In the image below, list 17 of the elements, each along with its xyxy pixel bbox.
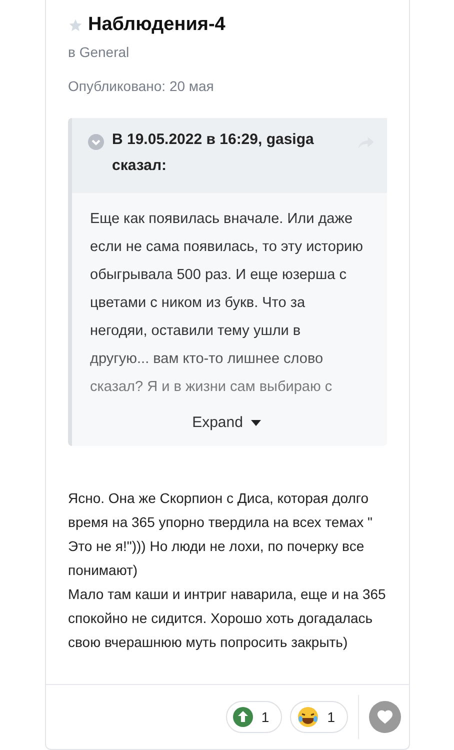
laughing-emoji-icon	[297, 706, 320, 728]
star-icon[interactable]	[68, 18, 83, 32]
topic-title: Наблюдения-4	[88, 14, 226, 36]
heart-icon	[376, 708, 394, 726]
quote-author: В 19.05.2022 в 16:29, gasiga сказал:	[112, 130, 315, 176]
reaction-button[interactable]: 1	[290, 701, 348, 733]
collapse-icon[interactable]	[88, 134, 104, 150]
publish-date: Опубликовано: 20 мая	[68, 78, 215, 94]
upvote-icon	[233, 707, 254, 727]
reaction-button[interactable]: 1	[226, 701, 282, 733]
like-button[interactable]	[369, 701, 401, 733]
post-text: Мало там каши и интриг наварила, еще и на 365 спокойно не сидится. Хорошо хоть догадалась свою вчерашнюю муть попросить закрыть)	[68, 585, 387, 652]
caret-icon	[250, 420, 261, 426]
expand-button[interactable]: Expand	[186, 413, 267, 432]
quote-text: Еще как появилась вначале. Или даже если не сама появилась, то эту историю обыгрывала 500 раз. И еще юзерша с цветами с ником из букв. Что за негодяи, оставили тему ушли в другую... вам кто-то лишнее слово сказал? Я и в жизни сам выбираю с	[90, 210, 363, 397]
post-text: Ясно. Она же Скорпион с Диса, которая долго время на 365 упорно твердила на всех темах " Это не я!"))) Но люди не лохи, по почерку все понимают)	[68, 489, 374, 580]
forum-link[interactable]: в General	[68, 44, 387, 60]
